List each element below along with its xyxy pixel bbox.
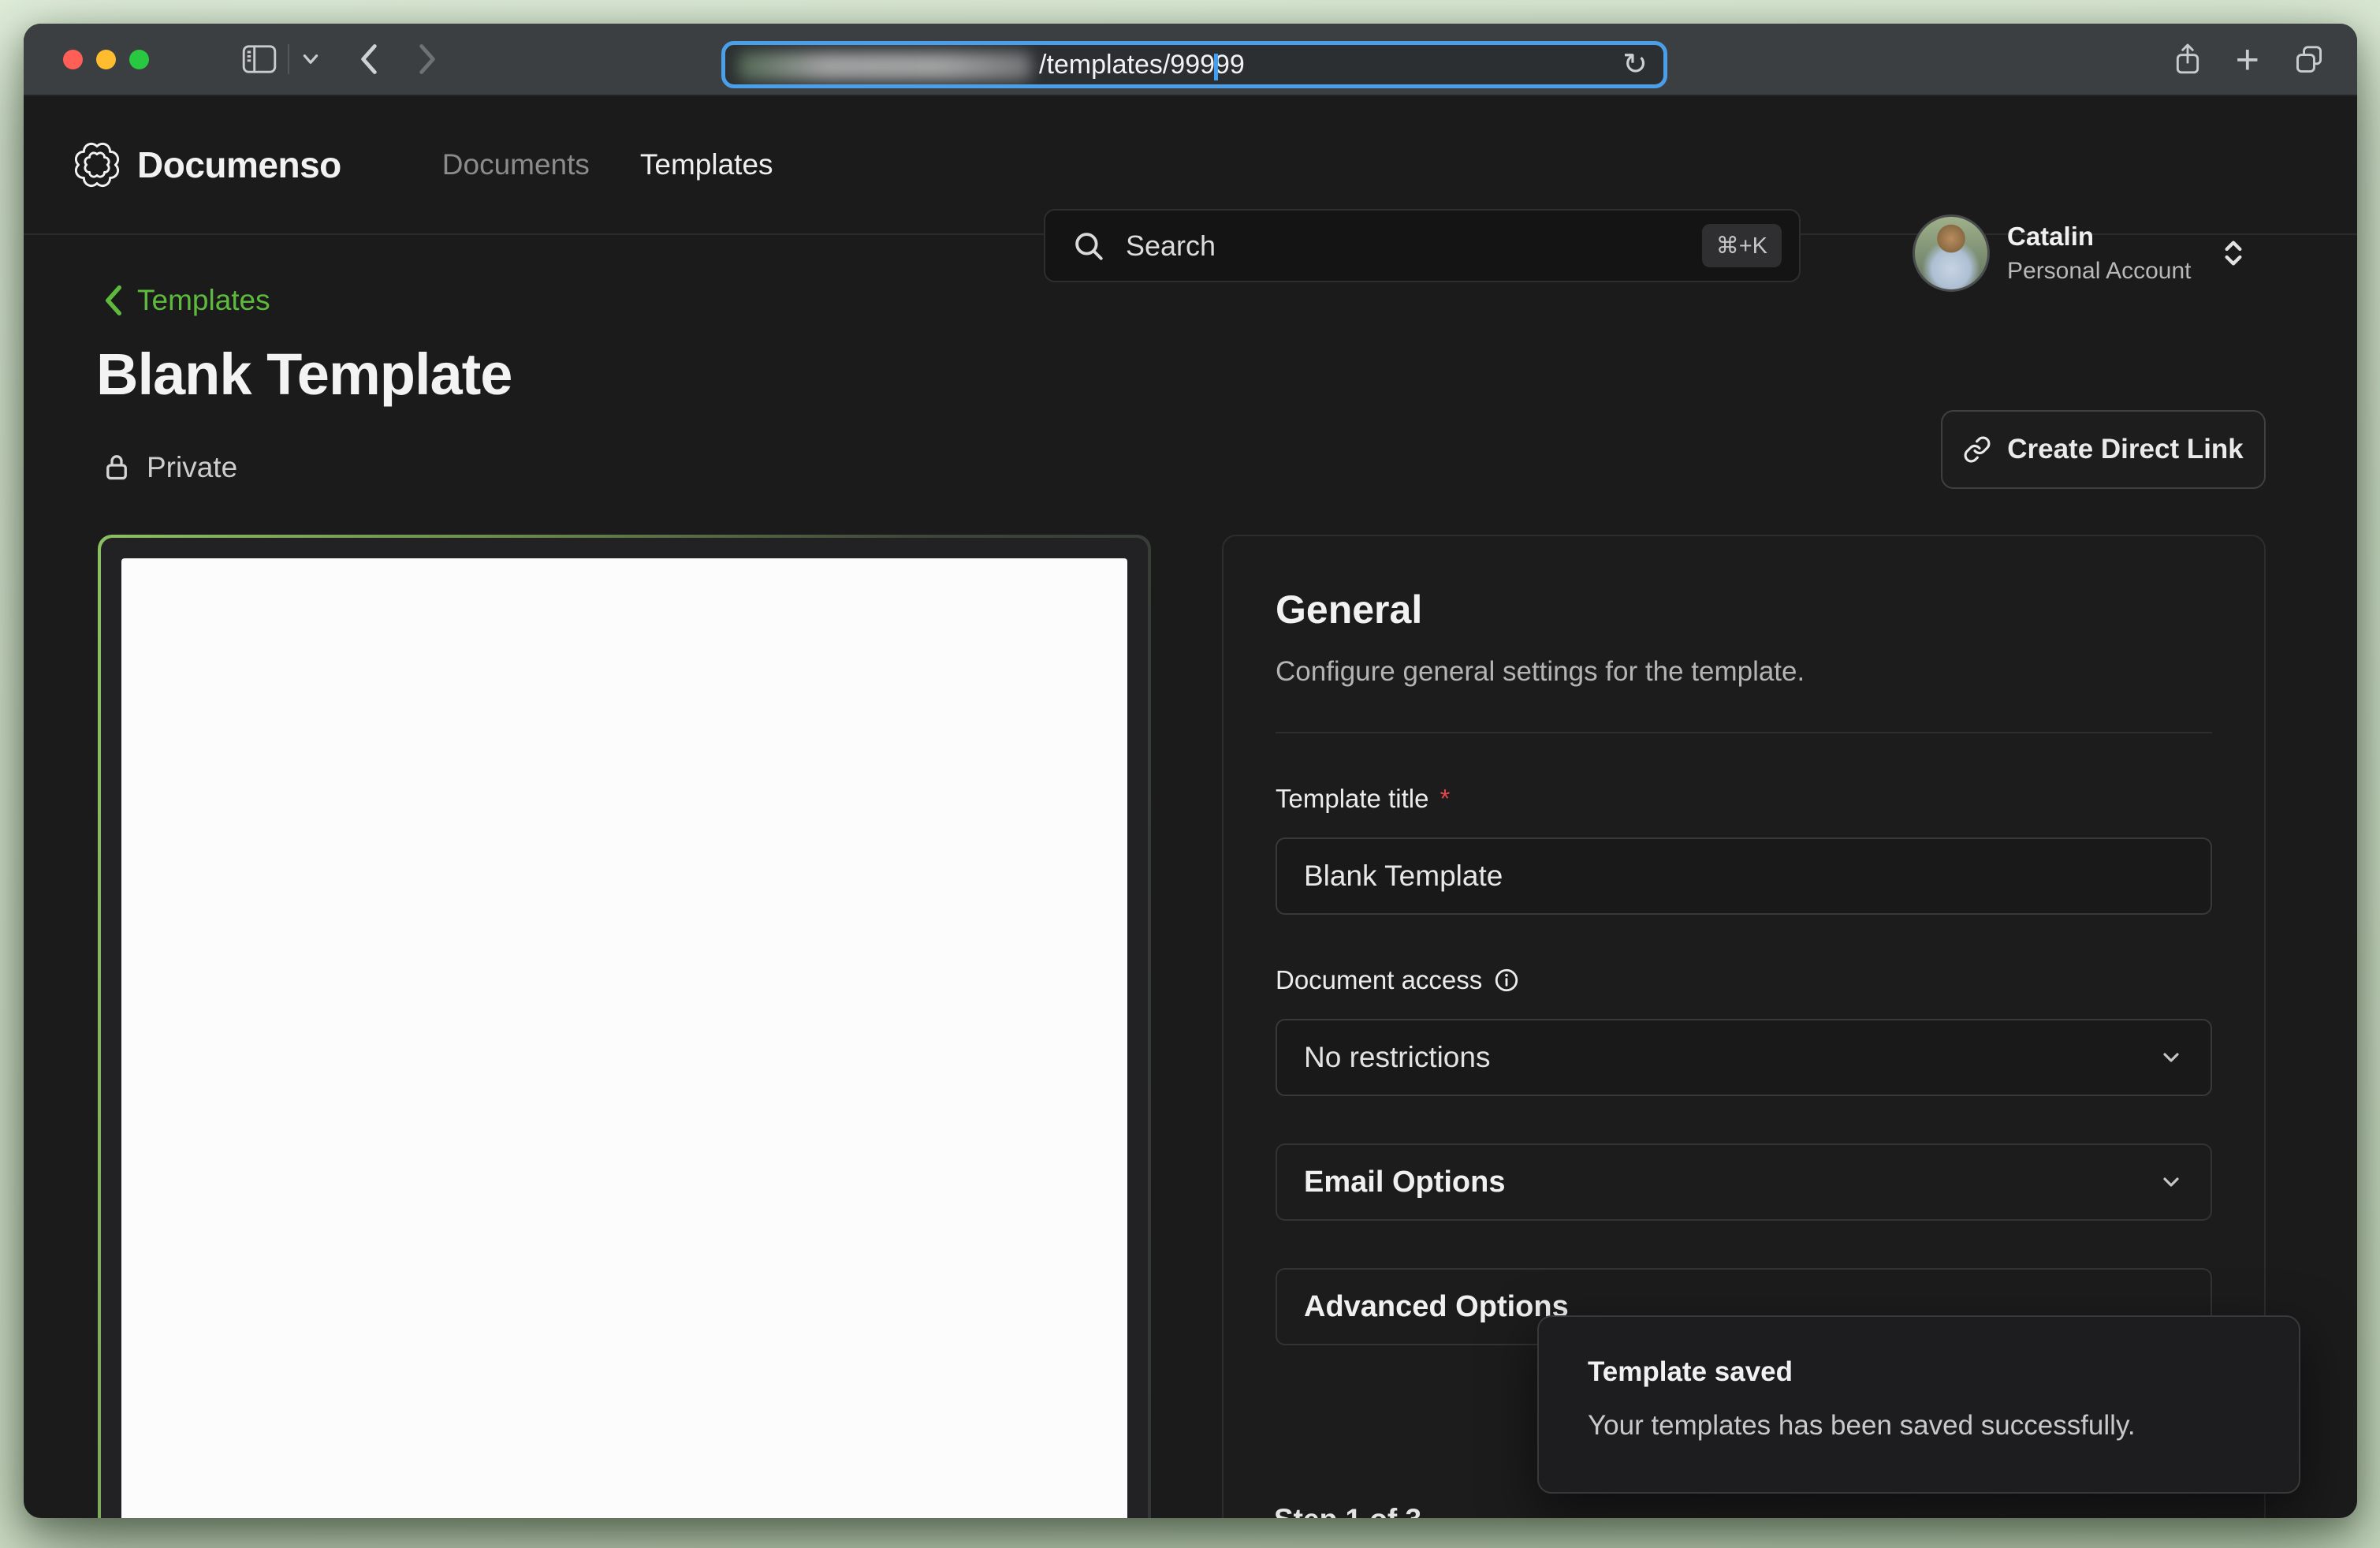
email-options-label: Email Options [1304,1166,1505,1199]
share-icon[interactable] [2173,42,2203,78]
toast-message: Your templates has been saved successful… [1588,1410,2250,1442]
template-preview-inner [101,538,1148,1518]
document-access-label-row: Document access [1276,965,2212,995]
info-icon[interactable] [1493,967,1520,994]
template-title-label: Template title [1276,784,1428,814]
document-page [121,558,1127,1518]
nav-item-templates[interactable]: Templates [640,148,773,181]
toolbar-separator [288,44,289,74]
account-menu[interactable]: Catalin Personal Account [1913,214,2249,292]
browser-forward-icon[interactable] [415,42,439,76]
back-to-templates-link[interactable]: Templates [102,284,270,317]
avatar [1913,214,1990,292]
email-options-toggle[interactable]: Email Options [1276,1143,2212,1221]
page-title: Blank Template [96,341,512,408]
nav-item-documents[interactable]: Documents [442,148,590,181]
tab-overview-icon[interactable] [2292,43,2326,76]
zoom-window-button[interactable] [129,50,149,69]
app-header: Documenso Documents Templates Search ⌘+K… [24,96,2357,235]
browser-window: /templates/99999 ↻ + [24,24,2357,1518]
user-name: Catalin [2007,222,2191,252]
documenso-logo-icon [74,142,120,188]
general-heading: General [1276,587,2212,632]
lock-icon [102,452,131,483]
back-link-label: Templates [137,284,270,317]
document-access-label: Document access [1276,965,1482,995]
required-asterisk: * [1440,784,1450,814]
text-caret [1214,54,1218,80]
minimize-window-button[interactable] [96,50,116,69]
advanced-options-label: Advanced Options [1304,1290,1569,1324]
close-window-button[interactable] [63,50,83,69]
browser-titlebar: /templates/99999 ↻ + [24,24,2357,96]
template-title-label-row: Template title * [1276,784,2212,814]
create-direct-link-button[interactable]: Create Direct Link [1941,410,2266,489]
brand[interactable]: Documenso [74,142,341,188]
template-preview-frame [98,535,1151,1518]
redacted-domain-blur [738,52,1031,80]
search-icon [1072,229,1105,263]
search-placeholder: Search [1126,229,1216,263]
toast-title: Template saved [1588,1356,2250,1388]
document-access-select[interactable]: No restrictions [1276,1019,2212,1096]
step-indicator: Step 1 of 3 [1274,1503,1421,1518]
chevron-down-icon [2158,1045,2184,1070]
chevron-down-icon [2158,1169,2184,1195]
address-bar[interactable]: /templates/99999 ↻ [721,41,1667,88]
toast-notification: Template saved Your templates has been s… [1537,1315,2300,1494]
visibility-label: Private [147,451,237,484]
link-icon [1963,435,1991,464]
create-direct-link-label: Create Direct Link [2007,434,2244,465]
chevron-left-icon [102,285,125,316]
main-nav: Documents Templates [442,148,773,181]
sidebar-toggle-icon[interactable] [242,45,277,73]
sidebar-menu-chevron-icon[interactable] [300,52,321,66]
reload-icon[interactable]: ↻ [1622,50,1648,80]
visibility-badge: Private [102,451,237,484]
user-account-type: Personal Account [2007,258,2191,285]
chevrons-up-down-icon [2218,236,2249,270]
template-title-input[interactable] [1276,837,2212,915]
new-tab-icon[interactable]: + [2236,39,2259,80]
search-input[interactable]: Search ⌘+K [1044,209,1801,282]
general-description: Configure general settings for the templ… [1276,656,2212,688]
search-shortcut-badge: ⌘+K [1702,224,1782,267]
window-controls [63,50,149,69]
brand-name: Documenso [137,144,341,186]
section-divider [1276,732,2212,733]
document-access-value: No restrictions [1304,1041,1490,1074]
browser-back-icon[interactable] [357,42,381,76]
